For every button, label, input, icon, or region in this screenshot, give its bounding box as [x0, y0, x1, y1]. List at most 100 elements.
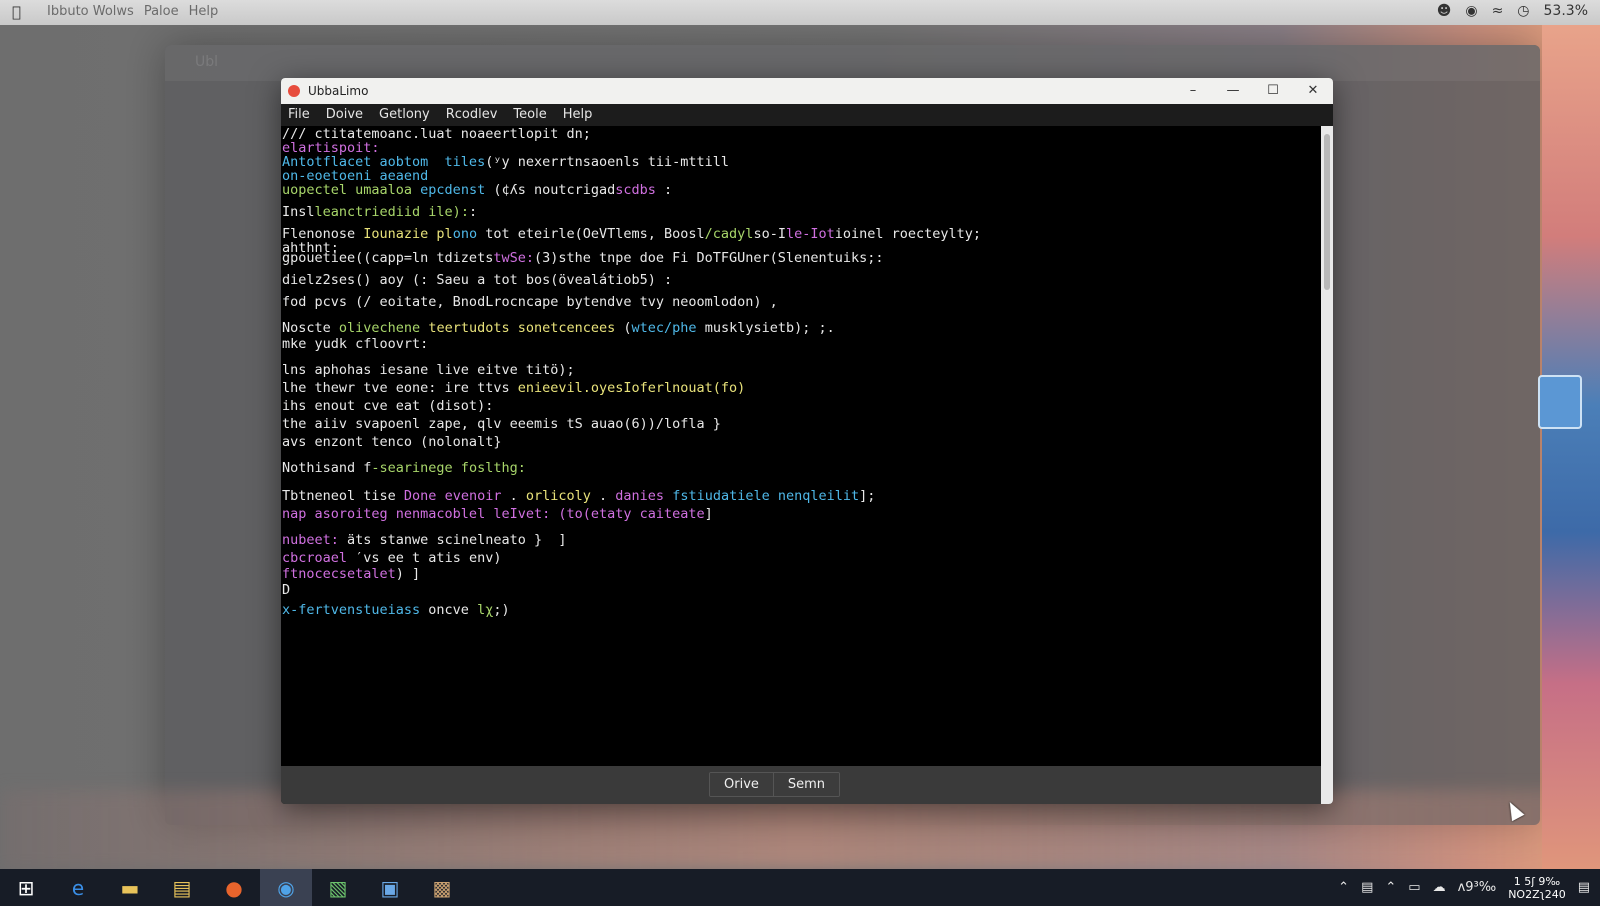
window-controls: – — ☐ ✕ [1173, 78, 1333, 104]
code-token: (ʸy nexerrtnsaoenls tii-mttill [485, 154, 730, 170]
menubar-status: ☻ ◉ ≈ ◷ 53.3% [1437, 3, 1588, 19]
code-token: enieevil.oyesIoferlnouat(fo) [517, 380, 746, 396]
scrollbar-thumb[interactable] [1324, 134, 1330, 290]
code-token: /cadyl [704, 226, 754, 242]
minimize-icon[interactable]: – [1173, 78, 1213, 104]
maximize-icon[interactable]: ☐ [1253, 78, 1293, 104]
code-token: gpouetiee((capp=ln tdizets [282, 250, 494, 266]
apple-icon[interactable]:  [12, 3, 21, 21]
code-token: nubeet: [282, 532, 339, 548]
code-token: Insl [282, 204, 315, 220]
code-line: ihs enout cve eat (disot): [282, 398, 493, 414]
code-token: orlicoly [517, 488, 591, 504]
window-titlebar[interactable]: UbbaLimo – — ☐ ✕ [281, 78, 1333, 104]
start-icon[interactable]: ⊞ [0, 869, 52, 906]
code-token: ] [704, 506, 713, 522]
code-token: : [468, 204, 478, 220]
code-token: musklysietb); ;. [696, 320, 835, 336]
browser-icon[interactable]: ◉ [260, 869, 312, 906]
code-token: Done evenoir [395, 488, 502, 504]
code-token: lχ [468, 602, 494, 618]
app-window: UbbaLimo – — ☐ ✕ File Doive Getlony Rcod… [281, 78, 1333, 804]
code-line: lhe thewr tve eone: ire ttvs enieevil.oy… [282, 380, 745, 396]
code-token: cbcroael [282, 550, 348, 566]
code-token: ) ] [395, 566, 421, 582]
code-line: the aiiv svapoenl zape, qlv eeemis tS au… [282, 416, 721, 432]
semn-button[interactable]: Semn [773, 773, 840, 796]
notes-icon[interactable]: ▤ [1361, 880, 1373, 895]
code-token: lns aphohas iesane live eitve titö); [282, 362, 575, 378]
footer-button-group: Orive Semn [709, 772, 841, 797]
orive-button[interactable]: Orive [710, 773, 774, 796]
code-token: ftnocecsetalet [282, 566, 396, 582]
code-token: äts stanwe scinelneato } ] [338, 532, 567, 548]
code-token: Noscte [282, 320, 331, 336]
menu-teole[interactable]: Teole [513, 107, 546, 122]
tray-text[interactable]: ʌ9³‰ [1458, 880, 1497, 895]
code-token: the aiiv svapoenl zape, qlv eeemis tS au… [282, 416, 721, 432]
menubar-item[interactable]: Help [189, 4, 219, 19]
code-token: (¢ʎs noutcrigad [485, 182, 616, 198]
code-token: ;) [493, 602, 510, 618]
code-token: teertudots sonetcencees [420, 320, 616, 336]
firefox-icon[interactable]: ● [208, 869, 260, 906]
battery-status[interactable]: 53.3% [1544, 3, 1588, 19]
menubar-items: Ibbuto Wolws Paloe Help [47, 4, 218, 19]
menu-help[interactable]: Help [563, 107, 593, 122]
desktop-icon-shape [1538, 375, 1582, 429]
code-token: ( [615, 320, 632, 336]
chevron-up-icon[interactable]: ⌃ [1338, 880, 1349, 895]
code-token: ono [452, 226, 478, 242]
taskbar: ⊞ e ▬ ▤ ● ◉ ▧ ▣ ▩ ⌃ ▤ ⌃ ▭ ☁ ʌ9³‰ 1 5ʃ 9‰ NO2Zʅ24… [0, 869, 1600, 906]
clock-icon[interactable]: ◷ [1517, 3, 1529, 19]
folder-icon[interactable]: ▬ [104, 869, 156, 906]
system-menubar:  Ibbuto Wolws Paloe Help ☻ ◉ ≈ ◷ 53.3% [0, 0, 1600, 25]
app-icon [288, 85, 300, 97]
wifi-icon[interactable]: ≈ [1492, 3, 1504, 19]
code-token: fod pcvs (/ eoitate, BnodLrocncape byten… [282, 294, 778, 310]
window-footer: Orive Semn [281, 766, 1321, 804]
window-title: UbbaLimo [308, 84, 369, 98]
menu-rcodlev[interactable]: Rcodlev [446, 107, 498, 122]
menu-doive[interactable]: Doive [326, 107, 363, 122]
edge-icon[interactable]: e [52, 869, 104, 906]
code-token: epcdenst [412, 182, 486, 198]
code-token: (to(etaty caiteate [558, 506, 705, 522]
menubar-item[interactable]: Paloe [144, 4, 179, 19]
monitor-icon[interactable]: ▭ [1408, 880, 1420, 895]
system-tray: ⌃ ▤ ⌃ ▭ ☁ ʌ9³‰ 1 5ʃ 9‰ NO2Zʅ240 ▤ [1338, 869, 1590, 906]
cloud-icon[interactable]: ☁ [1433, 880, 1446, 895]
record-icon[interactable]: ◉ [1465, 3, 1477, 19]
menubar-item[interactable]: Ibbuto Wolws [47, 4, 134, 19]
window-icon[interactable]: ▣ [364, 869, 416, 906]
wallpaper [1542, 25, 1600, 870]
code-token: Nothisand f [282, 460, 372, 476]
code-token: . [501, 488, 518, 504]
user-icon[interactable]: ☻ [1437, 3, 1452, 19]
code-token: so-I [753, 226, 786, 242]
notification-icon[interactable]: ▤ [1578, 880, 1590, 895]
restore-icon[interactable]: — [1213, 78, 1253, 104]
vertical-scrollbar[interactable] [1321, 126, 1333, 804]
code-line: nap asoroiteg nenmacoblel leIvet: (to(et… [282, 506, 713, 522]
file-explorer-icon[interactable]: ▤ [156, 869, 208, 906]
code-token: -searinege foslthg: [371, 460, 526, 476]
code-token: . [590, 488, 608, 504]
code-line: Noscte olivechene teertudots sonetcencee… [282, 320, 835, 336]
background-window-title: Ubl [195, 54, 219, 70]
clock-date: NO2Zʅ240 [1508, 887, 1566, 901]
close-icon[interactable]: ✕ [1293, 78, 1333, 104]
code-token: Tbtneneol tise [282, 488, 396, 504]
terminal-app-icon[interactable]: ▩ [416, 869, 468, 906]
code-editor[interactable]: /// ctitatemoanc.luat noaeertlopit dn; el… [281, 126, 1321, 766]
menu-file[interactable]: File [288, 107, 310, 122]
taskbar-clock[interactable]: 1 5ʃ 9‰ NO2Zʅ240 [1508, 875, 1566, 901]
code-token: ihs enout cve eat (disot): [282, 398, 494, 414]
code-line: lns aphohas iesane live eitve titö); [282, 362, 575, 378]
code-line: D [282, 582, 290, 598]
network-icon[interactable]: ⌃ [1385, 880, 1396, 895]
code-token: ioinel roecteylty; [834, 226, 982, 242]
code-line: x-fertvenstueiass oncve lχ;) [282, 602, 510, 618]
menu-getlony[interactable]: Getlony [379, 107, 430, 122]
document-icon[interactable]: ▧ [312, 869, 364, 906]
